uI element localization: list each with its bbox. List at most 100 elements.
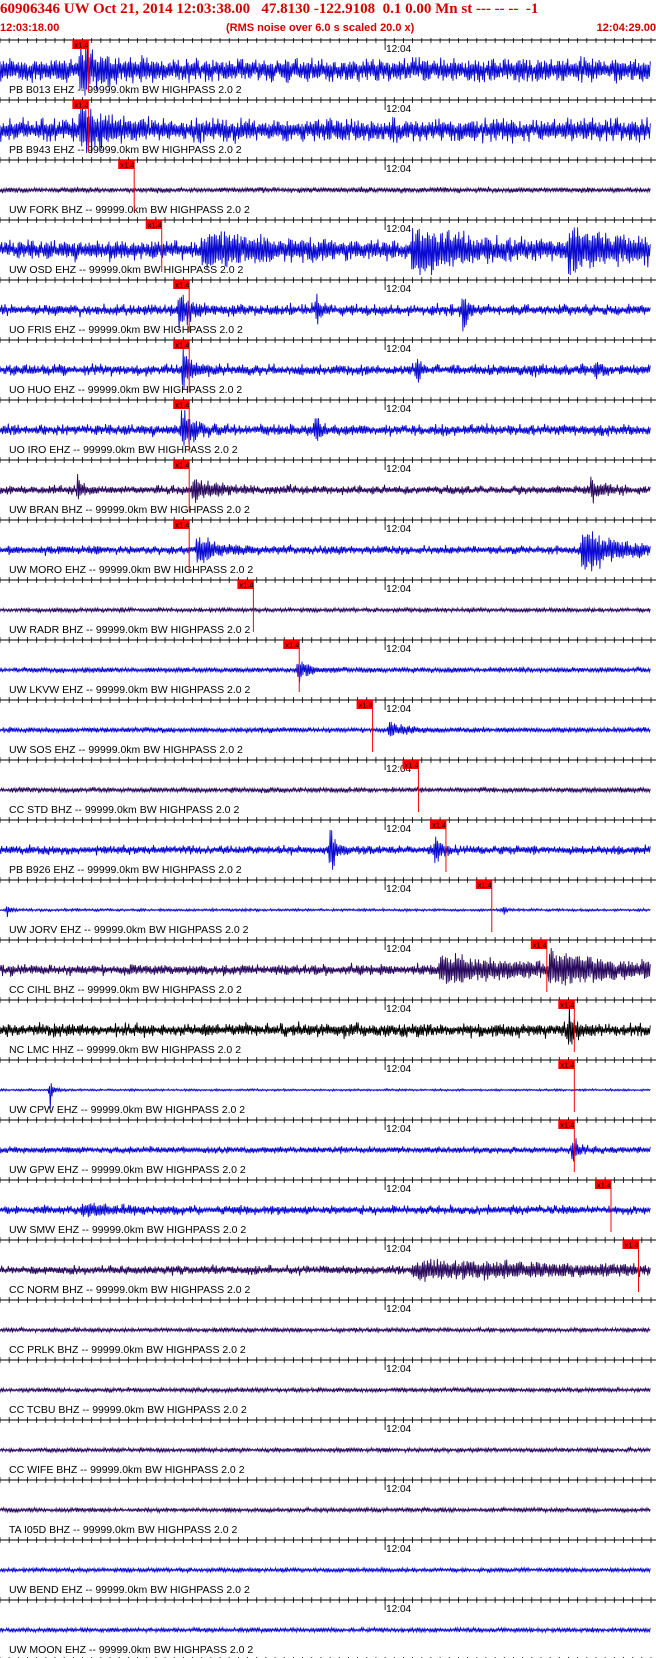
pick-label: x1.4 xyxy=(74,101,88,110)
minute-label: 12:04 xyxy=(386,1364,411,1375)
pick-label: x1.4 xyxy=(285,641,299,650)
trace-label: UW MOON EHZ -- 99999.0km BW HIGHPASS 2.0… xyxy=(9,1644,253,1656)
trace-label: UW BRAN BHZ -- 99999.0km BW HIGHPASS 2.0… xyxy=(9,504,250,516)
trace-label: CC WIFE BHZ -- 99999.0km BW HIGHPASS 2.0… xyxy=(9,1464,245,1476)
waveform-trace xyxy=(0,1006,651,1045)
pick-label: x1.4 xyxy=(533,941,547,950)
trace-label: CC NORM BHZ -- 99999.0km BW HIGHPASS 2.0… xyxy=(9,1284,251,1296)
pick-label: x1.4 xyxy=(404,761,418,770)
minute-label: 12:04 xyxy=(386,704,411,715)
trace-label: PB B013 EHZ -- 99999.0km BW HIGHPASS 2.0… xyxy=(9,84,242,96)
trace-label: UO FRIS EHZ -- 99999.0km BW HIGHPASS 2.0… xyxy=(9,324,243,336)
minute-label: 12:04 xyxy=(386,164,411,175)
waveform-trace xyxy=(0,947,651,986)
minute-label: 12:04 xyxy=(386,824,411,835)
minute-label: 12:04 xyxy=(386,524,411,535)
waveform-trace xyxy=(0,1258,651,1282)
minute-label: 12:04 xyxy=(386,644,411,655)
trace-label: UW SOS EHZ -- 99999.0km BW HIGHPASS 2.0 … xyxy=(9,744,243,756)
pick-label: x1.4 xyxy=(478,881,492,890)
minute-label: 12:04 xyxy=(386,1124,411,1135)
pick-label: x1.4 xyxy=(74,41,88,50)
end-time-label: 12:04:29.00 xyxy=(596,22,656,34)
trace-label: UW RADR BHZ -- 99999.0km BW HIGHPASS 2.0… xyxy=(9,624,251,636)
waveform-trace xyxy=(0,186,651,195)
waveform-trace xyxy=(0,1385,651,1395)
minute-label: 12:04 xyxy=(386,1184,411,1195)
pick-label: x1.4 xyxy=(560,1121,574,1130)
scale-note: (RMS noise over 6.0 s scaled 20.0 x) xyxy=(226,22,415,34)
waveform-trace xyxy=(0,1505,651,1515)
waveform-trace xyxy=(0,348,651,390)
trace-label: UW JORV EHZ -- 99999.0km BW HIGHPASS 2.0… xyxy=(9,924,249,936)
minute-label: 12:04 xyxy=(386,224,411,235)
waveform-trace xyxy=(0,1445,651,1455)
pick-label: x1.4 xyxy=(175,341,189,350)
trace-label: CC STD BHZ -- 99999.0km BW HIGHPASS 2.0 … xyxy=(9,804,239,816)
waveform-trace xyxy=(0,473,651,504)
trace-label: UW OSD EHZ -- 99999.0km BW HIGHPASS 2.0 … xyxy=(9,264,244,276)
waveform-trace xyxy=(0,606,651,614)
waveform-trace xyxy=(0,1137,651,1162)
pick-label: x1.4 xyxy=(175,521,189,530)
trace-label: UW MORO EHZ -- 99999.0km BW HIGHPASS 2.0… xyxy=(9,564,253,576)
trace-label: UW SMW EHZ -- 99999.0km BW HIGHPASS 2.0 … xyxy=(9,1224,246,1236)
minute-label: 12:04 xyxy=(386,1544,411,1555)
seismogram-plot: 12:04 12:04 12:04 12:04 12:04 12:04 12:04 12:04… xyxy=(0,38,656,1658)
pick-label: x1.4 xyxy=(148,221,162,230)
waveform-trace xyxy=(0,786,651,795)
trace-label: UW BEND EHZ -- 99999.0km BW HIGHPASS 2.0… xyxy=(9,1584,250,1596)
minute-label: 12:04 xyxy=(386,1424,411,1435)
pick-label: x1.4 xyxy=(239,581,253,590)
minute-label: 12:04 xyxy=(386,1604,411,1615)
trace-label: CC TCBU BHZ -- 99999.0km BW HIGHPASS 2.0… xyxy=(9,1404,247,1416)
pick-label: x1.4 xyxy=(175,401,189,410)
minute-label: 12:04 xyxy=(386,1004,411,1015)
pick-label: x1.4 xyxy=(175,281,189,290)
trace-label: UO HUO EHZ -- 99999.0km BW HIGHPASS 2.0 … xyxy=(9,384,242,396)
trace-label: TA I05D BHZ -- 99999.0km BW HIGHPASS 2.0… xyxy=(9,1524,238,1536)
trace-label: CC CIHL BHZ -- 99999.0km BW HIGHPASS 2.0… xyxy=(9,984,242,996)
minute-label: 12:04 xyxy=(386,1244,411,1255)
trace-label: UW GPW EHZ -- 99999.0km BW HIGHPASS 2.0 … xyxy=(9,1164,246,1176)
waveform-trace xyxy=(0,409,651,446)
minute-label: 12:04 xyxy=(386,44,411,55)
minute-label: 12:04 xyxy=(386,584,411,595)
trace-label: UO IRO EHZ -- 99999.0km BW HIGHPASS 2.0 … xyxy=(9,444,238,456)
trace-label: UW LKVW EHZ -- 99999.0km BW HIGHPASS 2.0… xyxy=(9,684,251,696)
waveform-trace xyxy=(0,1625,651,1635)
waveform-trace xyxy=(0,1325,651,1335)
waveform-trace xyxy=(0,661,651,683)
pick-label: x1.4 xyxy=(432,821,446,830)
trace-label: NC LMC HHZ -- 99999.0km BW HIGHPASS 2.0 … xyxy=(9,1044,241,1056)
trace-label: PB B943 EHZ -- 99999.0km BW HIGHPASS 2.0… xyxy=(9,144,242,156)
minute-label: 12:04 xyxy=(386,1304,411,1315)
pick-label: x1.4 xyxy=(560,1001,574,1010)
trace-label: UW FORK BHZ -- 99999.0km BW HIGHPASS 2.0… xyxy=(9,204,250,216)
minute-label: 12:04 xyxy=(386,944,411,955)
pick-label: x1.4 xyxy=(359,701,373,710)
waveform-trace xyxy=(0,906,651,918)
pick-label: x1.4 xyxy=(120,161,134,170)
minute-label: 12:04 xyxy=(386,284,411,295)
trace-label: CC PRLK BHZ -- 99999.0km BW HIGHPASS 2.0… xyxy=(9,1344,246,1356)
pick-label: x1.4 xyxy=(175,461,189,470)
trace-label: UW CPW EHZ -- 99999.0km BW HIGHPASS 2.0 … xyxy=(9,1104,245,1116)
minute-label: 12:04 xyxy=(386,464,411,475)
minute-label: 12:04 xyxy=(386,1064,411,1075)
event-title: 60906346 UW Oct 21, 2014 12:03:38.00 47.… xyxy=(0,1,539,17)
waveform-trace xyxy=(0,1566,651,1575)
pick-label: x1.4 xyxy=(560,1061,574,1070)
pick-label: x1.4 xyxy=(597,1181,611,1190)
minute-label: 12:04 xyxy=(386,884,411,895)
minute-label: 12:04 xyxy=(386,1484,411,1495)
pick-label: x1.4 xyxy=(624,1241,638,1250)
waveform-trace xyxy=(0,721,651,737)
trace-label: PB B926 EHZ -- 99999.0km BW HIGHPASS 2.0… xyxy=(9,864,242,876)
minute-label: 12:04 xyxy=(386,344,411,355)
minute-label: 12:04 xyxy=(386,104,411,115)
plot-header: 60906346 UW Oct 21, 2014 12:03:38.00 47.… xyxy=(0,0,656,38)
waveform-trace xyxy=(0,1202,651,1218)
minute-label: 12:04 xyxy=(386,404,411,415)
start-time-label: 12:03:18.00 xyxy=(0,22,60,34)
